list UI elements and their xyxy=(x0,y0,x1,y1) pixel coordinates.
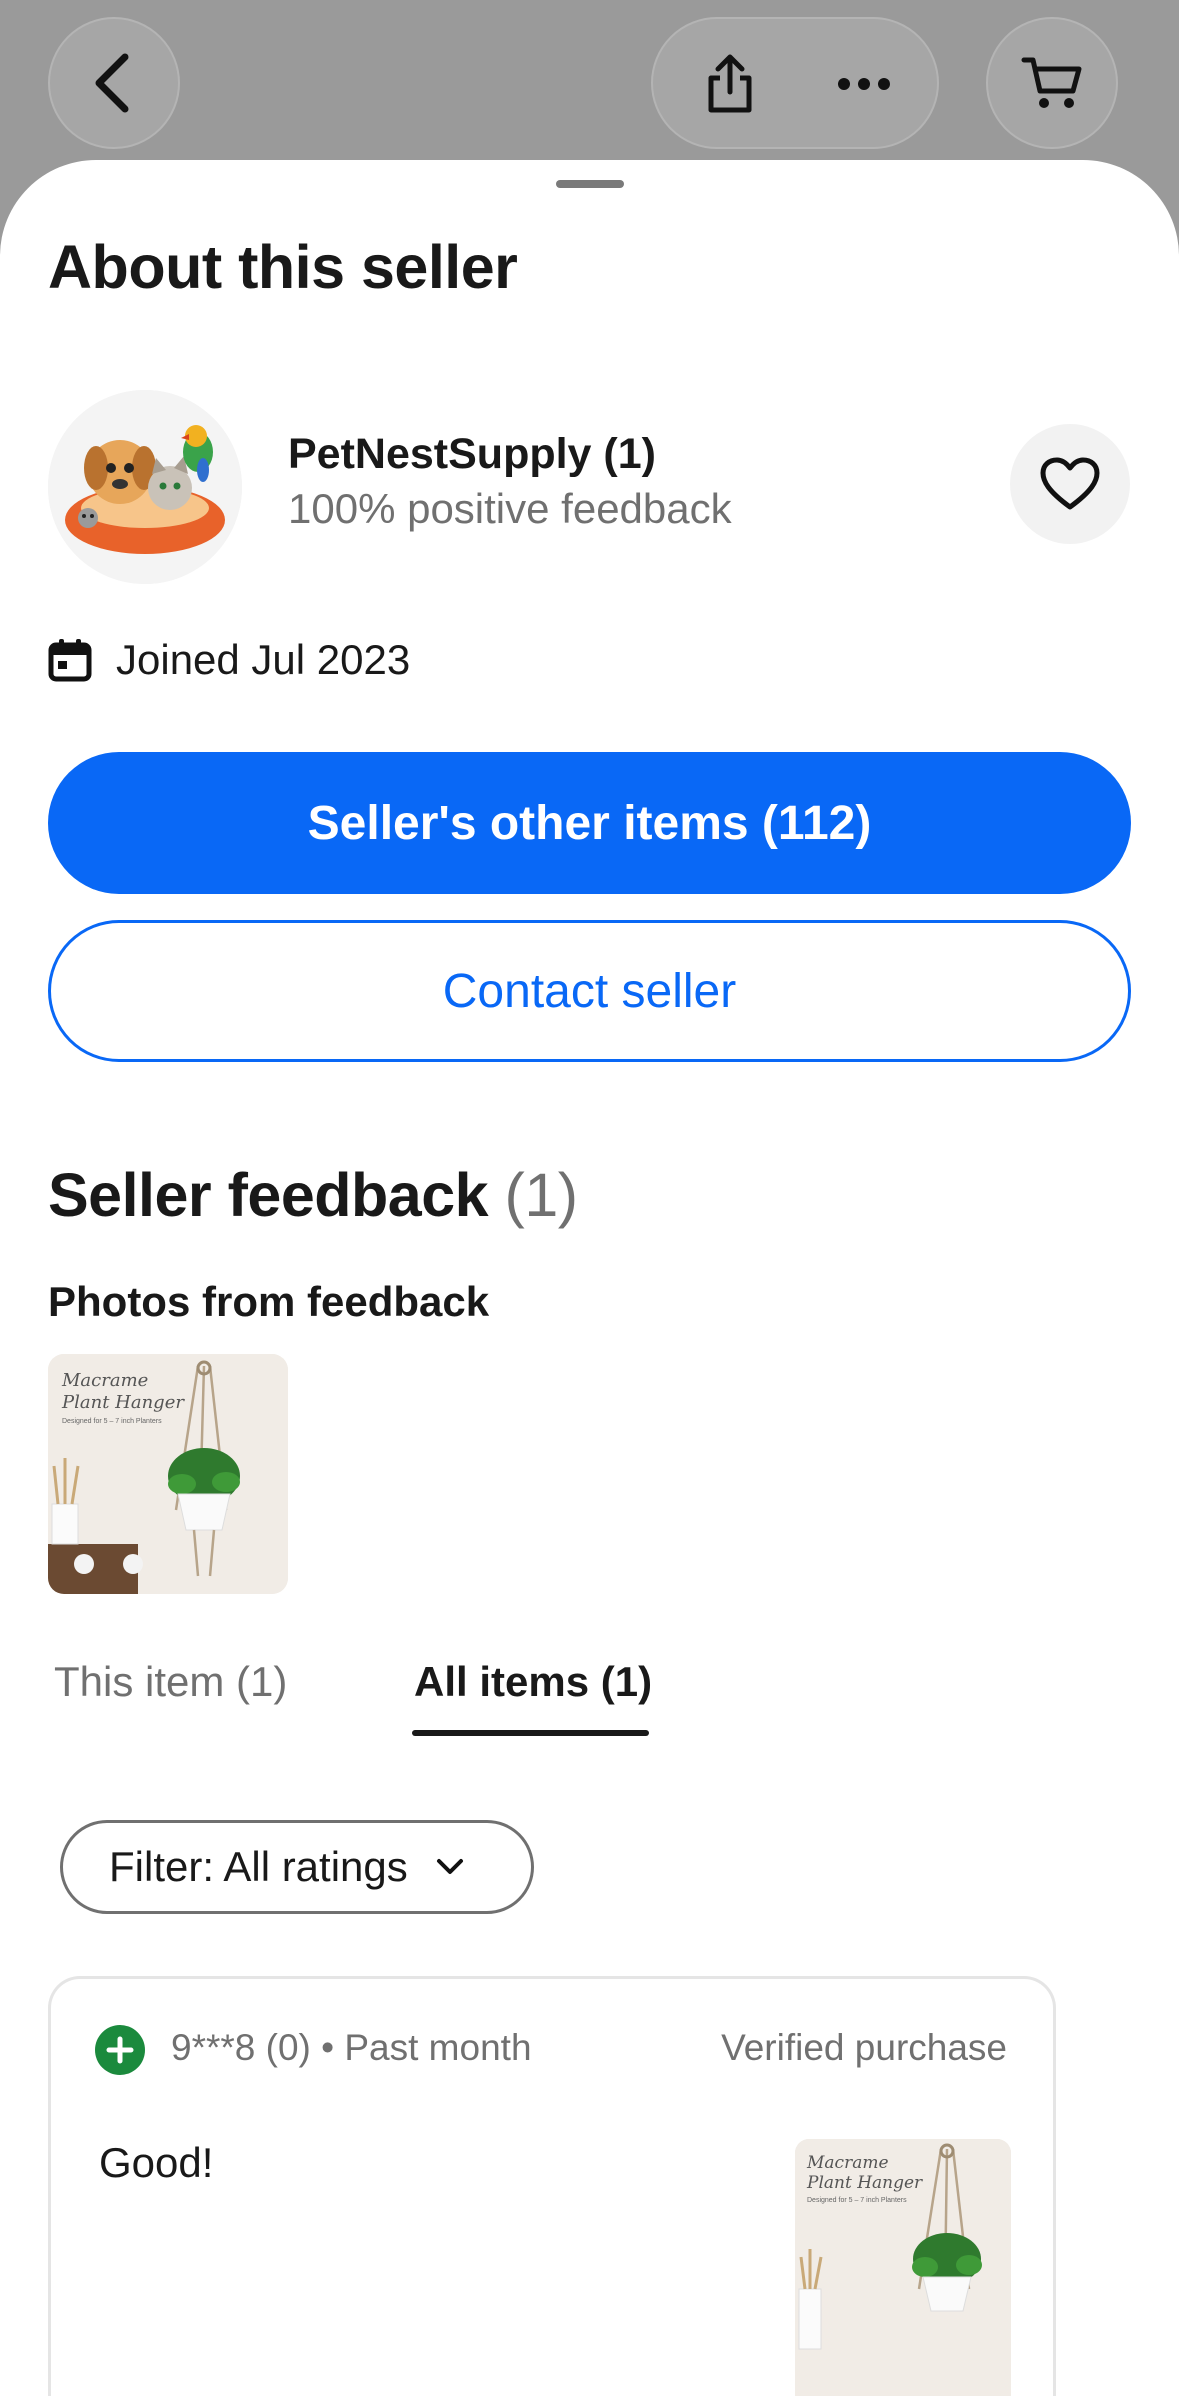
feedback-entry-card: 9***8 (0) • Past month Verified purchase… xyxy=(48,1976,1056,2396)
feedback-item-thumbnail[interactable]: Macrame Plant Hanger Designed for 5 – 7 … xyxy=(795,2139,1011,2396)
heart-icon xyxy=(1040,457,1100,510)
more-horizontal-icon xyxy=(838,78,890,90)
active-tab-indicator xyxy=(412,1730,649,1736)
cart-button[interactable] xyxy=(986,17,1118,149)
share-more-group xyxy=(651,17,939,149)
back-button[interactable] xyxy=(48,17,180,149)
joined-date-row: Joined Jul 2023 xyxy=(48,630,410,690)
seller-feedback-title: Seller feedback xyxy=(48,1161,489,1229)
thumb-caption-title-2: Plant Hanger xyxy=(807,2173,923,2193)
seller-name[interactable]: PetNestSupply (1) xyxy=(288,430,656,479)
joined-date-text: Joined Jul 2023 xyxy=(116,636,411,683)
photo-caption-title-1: Macrame xyxy=(62,1370,149,1391)
pet-bed-logo-image xyxy=(48,390,242,584)
seller-feedback-heading: Seller feedback (1) xyxy=(48,1160,578,1230)
more-options-button[interactable] xyxy=(829,49,899,119)
feedback-user-meta: 9***8 (0) • Past month xyxy=(171,2027,532,2068)
share-icon xyxy=(708,54,752,113)
about-seller-sheet: About this seller PetNestSupply (1) 100%… xyxy=(0,160,1179,2396)
ratings-filter-dropdown[interactable]: Filter: All ratings xyxy=(60,1820,534,1914)
plus-circle-icon xyxy=(95,2025,145,2075)
seller-feedback-percent: 100% positive feedback xyxy=(288,485,732,532)
save-seller-button[interactable] xyxy=(1010,424,1130,544)
contact-seller-button[interactable]: Contact seller xyxy=(48,920,1131,1062)
calendar-icon xyxy=(48,639,92,682)
sheet-title: About this seller xyxy=(48,233,518,301)
tab-this-item[interactable]: This item (1) xyxy=(54,1658,287,1706)
cart-icon xyxy=(1021,57,1082,108)
photos-from-feedback-heading: Photos from feedback xyxy=(48,1278,490,1325)
ratings-filter-label: Filter: All ratings xyxy=(109,1843,408,1890)
feedback-photo[interactable]: Macrame Plant Hanger Designed for 5 – 7 … xyxy=(48,1354,288,1594)
seller-feedback-count: (1) xyxy=(504,1161,579,1229)
sheet-grabber[interactable] xyxy=(556,180,624,188)
feedback-comment: Good! xyxy=(99,2139,214,2186)
seller-sheet-page: About this seller PetNestSupply (1) 100%… xyxy=(0,0,1179,2396)
seller-other-items-button[interactable]: Seller's other items (112) xyxy=(48,752,1131,894)
chevron-down-icon xyxy=(436,1858,464,1876)
seller-avatar[interactable] xyxy=(48,390,242,584)
verified-purchase-label: Verified purchase xyxy=(721,2027,1007,2068)
photo-caption-title-2: Plant Hanger xyxy=(62,1392,184,1413)
thumb-caption-subtitle: Designed for 5 – 7 inch Planters xyxy=(807,2197,907,2204)
tab-all-items[interactable]: All items (1) xyxy=(414,1658,652,1706)
share-button[interactable] xyxy=(695,49,765,119)
chevron-left-icon xyxy=(95,53,129,113)
thumb-caption-title-1: Macrame xyxy=(807,2153,889,2173)
photo-caption-subtitle: Designed for 5 – 7 inch Planters xyxy=(62,1418,162,1425)
